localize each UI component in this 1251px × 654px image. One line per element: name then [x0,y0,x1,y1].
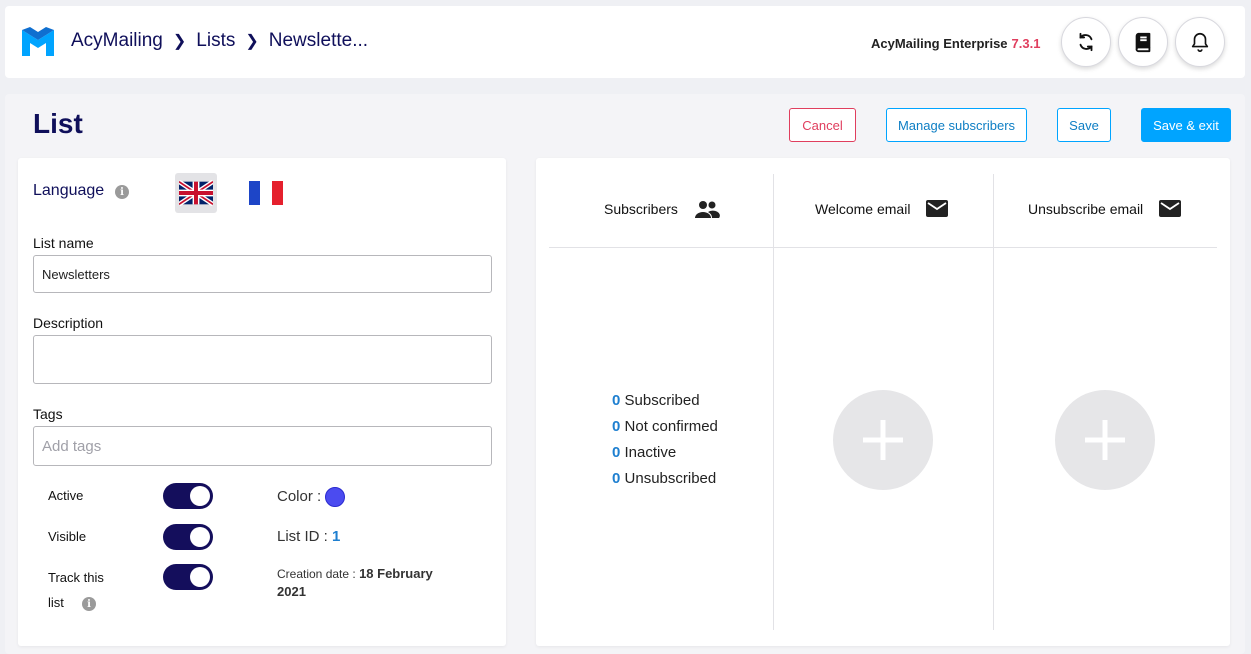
stat-count[interactable]: 0 [612,418,620,435]
info-icon[interactable]: i [115,185,129,199]
stat-inactive: 0 Inactive [612,444,676,461]
language-label: Language [33,182,105,199]
language-english[interactable] [175,173,217,213]
edition-name: AcyMailing Enterprise [871,36,1008,51]
edition-label: AcyMailing Enterprise 7.3.1 [871,36,1040,51]
book-icon [1135,32,1151,53]
breadcrumb-current: Newslette... [268,30,369,51]
breadcrumb-home[interactable]: AcyMailing [71,30,163,52]
save-exit-button[interactable]: Save & exit [1141,108,1231,142]
subscribers-header: Subscribers [604,200,720,218]
envelope-icon [926,200,949,217]
stat-count[interactable]: 0 [612,470,620,487]
fr-flag-red [271,181,283,205]
breadcrumb-lists[interactable]: Lists [196,30,235,52]
active-label: Active [48,488,84,503]
list-id-label: List ID : [277,528,328,545]
plus-icon [1085,420,1125,460]
color-field: Color : [277,487,346,507]
track-toggle[interactable] [163,564,213,590]
list-id-value: 1 [332,528,341,545]
color-label: Color : [277,487,322,505]
bell-icon [1191,32,1209,52]
creation-date-value: 18 February [359,566,433,581]
visible-toggle[interactable] [163,524,213,550]
fr-flag-blue [249,181,261,205]
breadcrumb: AcyMailing ❯ Lists ❯ Newslette... [71,30,368,52]
envelope-icon [1159,200,1182,217]
stat-unsubscribed: 0 Unsubscribed [612,470,716,487]
page-title: List [33,108,83,139]
list-settings-panel: Language i List name Newsletters Descrip… [18,158,506,646]
creation-date-label: Creation date : [277,567,356,581]
tags-input[interactable]: Add tags [33,426,492,466]
description-label: Description [33,315,104,331]
list-name-input[interactable]: Newsletters [33,255,492,293]
people-icon [694,201,720,218]
manage-subscribers-button[interactable]: Manage subscribers [886,108,1027,142]
fr-flag-white [260,181,272,205]
stat-label: Not confirmed [624,418,718,435]
chevron-right-icon: ❯ [172,33,187,50]
welcome-email-header: Welcome email [815,200,949,217]
notifications-button[interactable] [1175,17,1225,67]
stat-label: Subscribed [624,392,700,409]
list-stats-panel: Subscribers Welcome email Unsubscribe em… [536,158,1230,646]
welcome-email-header-label: Welcome email [815,200,911,217]
plus-icon [863,420,903,460]
description-textarea[interactable] [33,335,492,384]
add-unsubscribe-email-button[interactable] [1055,390,1155,490]
color-swatch[interactable] [325,487,346,507]
column-divider [993,174,994,630]
column-divider [773,174,774,630]
version-number: 7.3.1 [1011,36,1041,51]
documentation-button[interactable] [1118,17,1168,67]
stat-count[interactable]: 0 [612,444,620,461]
stat-not-confirmed: 0 Not confirmed [612,418,718,435]
visible-label: Visible [48,529,87,544]
save-button[interactable]: Save [1057,108,1111,142]
cancel-button[interactable]: Cancel [789,108,856,142]
chevron-right-icon: ❯ [245,33,259,50]
creation-date-field: Creation date : 18 February [277,566,433,581]
stat-subscribed: 0 Subscribed [612,392,700,409]
stat-count[interactable]: 0 [612,392,620,409]
tags-label: Tags [33,406,63,422]
unsubscribe-email-header-label: Unsubscribe email [1028,200,1144,217]
track-label-line1: Track this [48,570,104,585]
uk-flag-icon [179,180,213,206]
language-french[interactable] [249,181,283,205]
add-welcome-email-button[interactable] [833,390,933,490]
list-name-label: List name [33,235,94,251]
list-id-field: List ID : 1 [277,528,340,545]
subscribers-header-label: Subscribers [604,201,678,217]
stat-label: Inactive [624,444,677,461]
creation-date-year: 2021 [277,584,306,599]
refresh-icon [1079,32,1093,52]
top-header: AcyMailing ❯ Lists ❯ Newslette... AcyMai… [5,6,1245,78]
info-icon[interactable]: i [82,597,96,611]
refresh-button[interactable] [1061,17,1111,67]
header-divider [549,247,1217,248]
stat-label: Unsubscribed [624,470,717,487]
main-content: List Cancel Manage subscribers Save Save… [5,94,1245,654]
track-label-line2: list [48,595,64,610]
unsubscribe-email-header: Unsubscribe email [1028,200,1182,217]
acymailing-logo[interactable] [20,24,56,60]
active-toggle[interactable] [163,483,213,509]
